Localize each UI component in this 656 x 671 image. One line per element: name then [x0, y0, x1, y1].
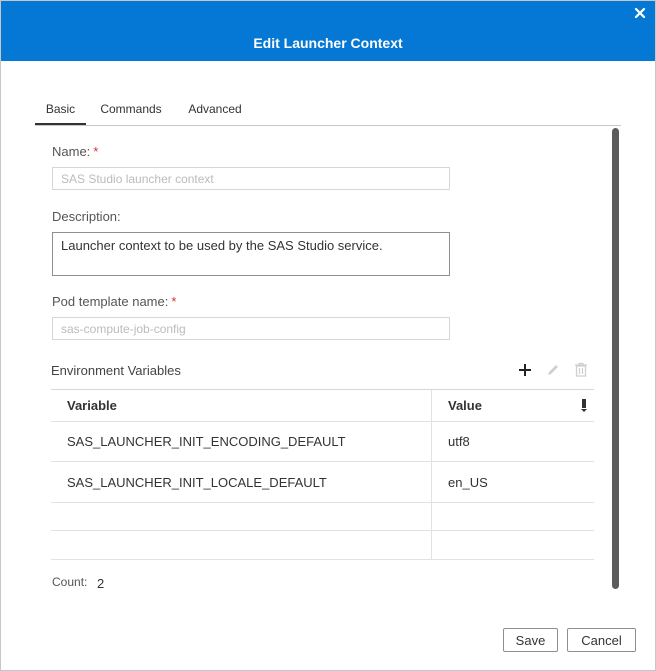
column-header-variable[interactable]: Variable [51, 390, 431, 421]
value-cell [431, 503, 594, 530]
table-row[interactable]: SAS_LAUNCHER_INIT_ENCODING_DEFAULT utf8 [51, 422, 594, 462]
delete-icon[interactable] [574, 362, 588, 377]
edit-icon[interactable] [546, 363, 560, 377]
tab-basic[interactable]: Basic [35, 99, 86, 125]
table-row[interactable] [51, 531, 594, 560]
dialog-title: Edit Launcher Context [253, 35, 403, 51]
name-label-group: Name: * [52, 144, 98, 159]
tab-commands[interactable]: Commands [97, 99, 165, 123]
count-label: Count: [52, 575, 88, 589]
count-value: 2 [97, 576, 105, 591]
name-label: Name: [52, 144, 91, 159]
column-menu-icon[interactable] [581, 399, 587, 413]
environment-variables-title: Environment Variables [51, 363, 181, 378]
description-label: Description: [52, 209, 121, 224]
value-cell: utf8 [431, 422, 594, 461]
name-input[interactable]: SAS Studio launcher context [52, 167, 450, 190]
pod-template-input[interactable]: sas-compute-job-config [52, 317, 450, 340]
tab-bar: Basic Commands Advanced [35, 99, 621, 126]
environment-variables-table: Variable Value SAS_LAUNCHER_INIT_ENCODIN… [51, 389, 594, 560]
cancel-button[interactable]: Cancel [567, 628, 636, 652]
pod-template-label: Pod template name: [52, 294, 169, 309]
column-header-value[interactable]: Value [431, 390, 594, 421]
required-marker: * [93, 144, 99, 159]
table-header-row: Variable Value [51, 390, 594, 422]
edit-launcher-context-dialog: Edit Launcher Context Basic Commands Adv… [0, 0, 656, 671]
table-row[interactable]: SAS_LAUNCHER_INIT_LOCALE_DEFAULT en_US [51, 462, 594, 503]
variable-cell: SAS_LAUNCHER_INIT_LOCALE_DEFAULT [67, 474, 327, 490]
description-textarea[interactable]: Launcher context to be used by the SAS S… [52, 232, 450, 276]
variable-cell: SAS_LAUNCHER_INIT_ENCODING_DEFAULT [67, 434, 346, 449]
value-cell [431, 531, 594, 559]
variable-cell [51, 503, 431, 530]
variable-cell [51, 531, 431, 559]
dialog-titlebar: Edit Launcher Context [1, 1, 655, 61]
table-row[interactable] [51, 503, 594, 531]
vertical-scrollbar[interactable] [612, 128, 619, 589]
add-icon[interactable] [518, 363, 532, 377]
tab-advanced[interactable]: Advanced [185, 99, 245, 123]
value-cell: en_US [431, 462, 594, 502]
save-button[interactable]: Save [503, 628, 558, 652]
pod-template-label-group: Pod template name: * [52, 294, 176, 309]
close-icon[interactable] [633, 6, 647, 20]
required-marker: * [171, 294, 177, 309]
